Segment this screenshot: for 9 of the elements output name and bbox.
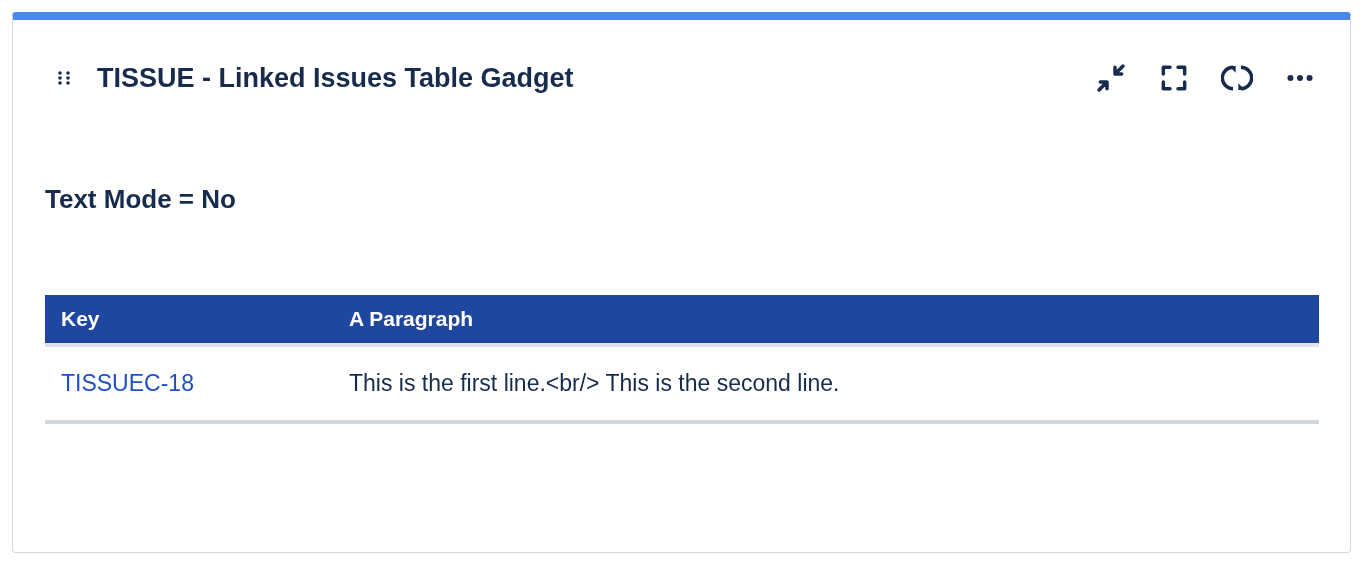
column-header: A Paragraph [333,295,1319,345]
section-heading: Text Mode = No [45,184,236,215]
issue-key-link[interactable]: TISSUEC-18 [61,370,194,396]
drag-handle-icon[interactable] [57,70,71,86]
column-header: Key [45,295,333,345]
gadget-title: TISSUE - Linked Issues Table Gadget [97,62,575,94]
collapse-arrows-icon [1095,62,1127,94]
table-cell: This is the first line.<br/> This is the second line. [333,345,1319,422]
more-icon [1287,75,1313,81]
